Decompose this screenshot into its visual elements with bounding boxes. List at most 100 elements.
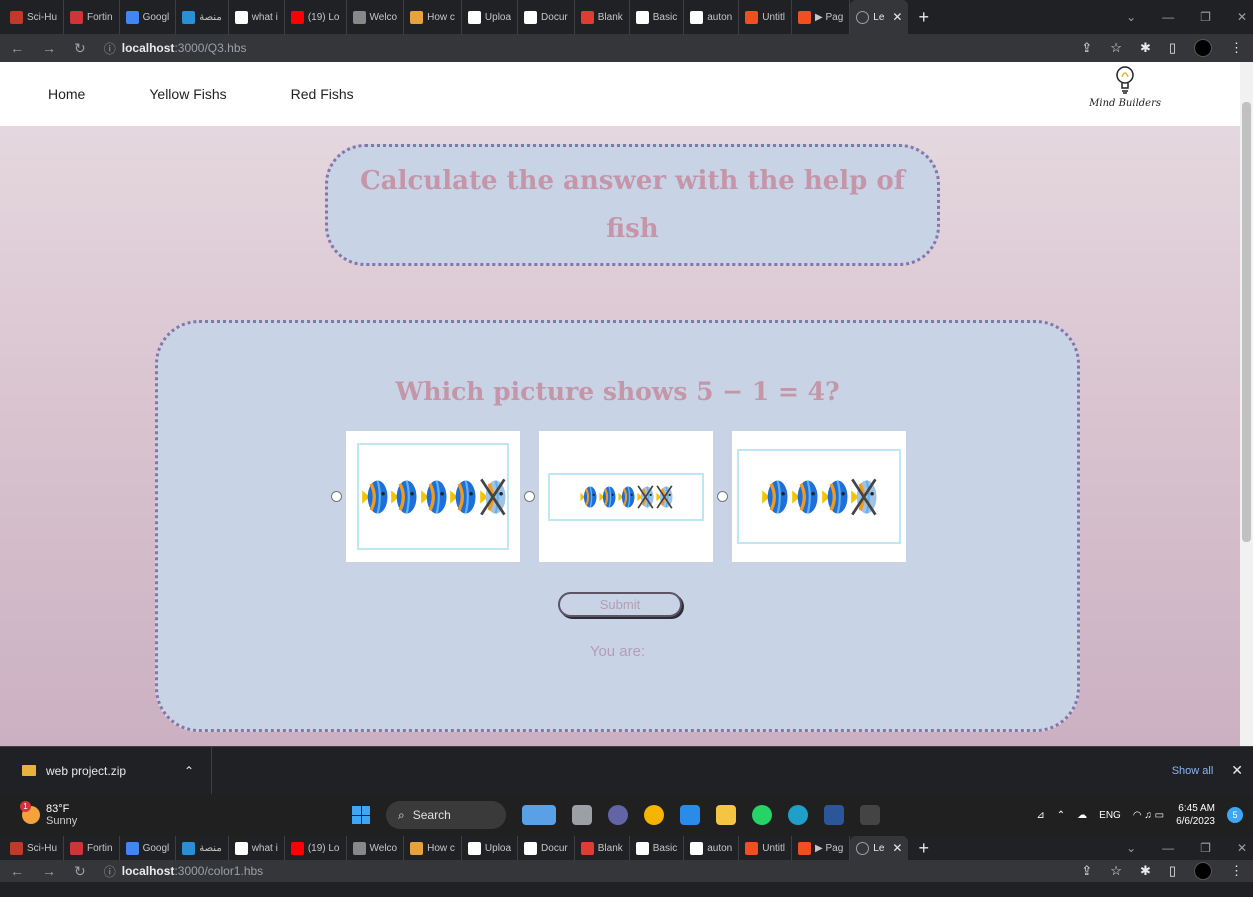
- option-3-picture[interactable]: [732, 431, 906, 562]
- terminal-icon[interactable]: [860, 805, 880, 825]
- browser-tab[interactable]: Fortin: [64, 836, 120, 860]
- back-icon[interactable]: ←: [10, 40, 24, 56]
- option-3-radio[interactable]: [717, 491, 728, 502]
- reload-icon[interactable]: ↻: [74, 863, 86, 880]
- chevron-down-icon[interactable]: ⌄: [1126, 10, 1136, 24]
- share-icon[interactable]: ⇪: [1081, 40, 1092, 56]
- browser-tab[interactable]: Untitl: [739, 0, 793, 34]
- close-downloads-icon[interactable]: ✕: [1231, 762, 1243, 779]
- browser-tab[interactable]: How c: [404, 836, 462, 860]
- sidepanel-icon[interactable]: ▯: [1169, 863, 1176, 879]
- language-indicator[interactable]: ENG: [1099, 810, 1121, 821]
- forward-icon[interactable]: →: [42, 40, 56, 56]
- download-item[interactable]: web project.zip ⌃: [0, 746, 212, 795]
- file-explorer-icon[interactable]: [716, 805, 736, 825]
- show-all-link[interactable]: Show all: [1172, 765, 1214, 777]
- close-window-button[interactable]: ✕: [1237, 841, 1247, 855]
- tab-active-2[interactable]: Le ✕: [850, 836, 909, 860]
- widgets-app-icon[interactable]: [522, 805, 556, 825]
- browser-tab[interactable]: ▶ Pag: [792, 836, 851, 860]
- browser-tab[interactable]: Docur: [518, 836, 575, 860]
- nav-red-fishs[interactable]: Red Fishs: [291, 86, 354, 102]
- tab-active[interactable]: Le ✕: [850, 0, 909, 34]
- browser-tab[interactable]: Basic: [630, 836, 685, 860]
- task-view-icon[interactable]: [572, 805, 592, 825]
- taskbar-search[interactable]: ⌕ Search: [386, 801, 506, 829]
- restore-button[interactable]: ❐: [1200, 841, 1211, 855]
- whatsapp-icon[interactable]: [752, 805, 772, 825]
- onedrive-icon[interactable]: ☁: [1077, 810, 1087, 821]
- url-field-2[interactable]: ⓘ localhost:3000/color1.hbs: [104, 863, 263, 880]
- browser-tab[interactable]: ▶ Pag: [792, 0, 851, 34]
- browser-tab[interactable]: Sci-Hu: [4, 0, 65, 34]
- browser-tab[interactable]: Untitl: [739, 836, 793, 860]
- submit-button[interactable]: Submit: [558, 592, 682, 617]
- browser-tab[interactable]: How c: [404, 0, 462, 34]
- bookmark-star-icon[interactable]: ☆: [1110, 40, 1122, 56]
- extensions-icon[interactable]: ✱: [1140, 40, 1151, 56]
- browser-tab[interactable]: (19) Lo: [285, 836, 347, 860]
- scrollbar-thumb[interactable]: [1242, 102, 1251, 542]
- menu-icon[interactable]: ⋮: [1230, 40, 1243, 56]
- chevron-up-icon[interactable]: ⌃: [184, 764, 194, 778]
- site-logo[interactable]: Mind Builders: [1089, 65, 1161, 109]
- app-tray-icon[interactable]: ⊿: [1036, 810, 1044, 821]
- vscode-icon[interactable]: [680, 805, 700, 825]
- nav-yellow-fishs[interactable]: Yellow Fishs: [149, 86, 226, 102]
- close-tab-icon[interactable]: ✕: [892, 10, 902, 24]
- url-field[interactable]: ⓘ localhost:3000/Q3.hbs: [104, 40, 247, 57]
- share-icon[interactable]: ⇪: [1081, 863, 1092, 879]
- chevron-up-icon[interactable]: ⌃: [1057, 810, 1065, 821]
- browser-tab[interactable]: Sci-Hu: [4, 836, 65, 860]
- option-1-radio[interactable]: [331, 491, 342, 502]
- forward-icon[interactable]: →: [42, 863, 56, 879]
- browser-tab[interactable]: auton: [684, 0, 740, 34]
- chrome-icon[interactable]: [644, 805, 664, 825]
- browser-tab[interactable]: Blank: [575, 0, 630, 34]
- new-tab-button[interactable]: +: [918, 7, 929, 28]
- option-2-picture[interactable]: [539, 431, 713, 562]
- browser-tab[interactable]: Uploa: [462, 0, 519, 34]
- close-window-button[interactable]: ✕: [1237, 10, 1247, 24]
- bookmark-star-icon[interactable]: ☆: [1110, 863, 1122, 879]
- browser-tab[interactable]: (19) Lo: [285, 0, 347, 34]
- browser-tab[interactable]: Welco: [347, 0, 405, 34]
- close-tab-icon[interactable]: ✕: [892, 841, 902, 855]
- back-icon[interactable]: ←: [10, 863, 24, 879]
- profile-avatar[interactable]: [1194, 862, 1212, 880]
- chevron-down-icon[interactable]: ⌄: [1126, 841, 1136, 855]
- option-2-radio[interactable]: [524, 491, 535, 502]
- wifi-volume-battery-icons[interactable]: ◠ ♫ ▭: [1133, 810, 1164, 821]
- browser-tab[interactable]: Uploa: [462, 836, 519, 860]
- minimize-button[interactable]: —: [1162, 841, 1174, 855]
- reload-icon[interactable]: ↻: [74, 40, 86, 57]
- browser-tab[interactable]: Blank: [575, 836, 630, 860]
- windows-start-icon[interactable]: [352, 806, 370, 824]
- weather-widget[interactable]: 1 83°F Sunny: [0, 801, 77, 827]
- minimize-button[interactable]: —: [1162, 10, 1174, 24]
- word-icon[interactable]: [824, 805, 844, 825]
- new-tab-button-2[interactable]: +: [918, 838, 929, 859]
- browser-tab[interactable]: منصة: [176, 836, 229, 860]
- browser-tab[interactable]: Basic: [630, 0, 685, 34]
- browser-tab[interactable]: Docur: [518, 0, 575, 34]
- browser-tab[interactable]: Googl: [120, 0, 177, 34]
- page-scrollbar[interactable]: [1240, 62, 1253, 746]
- nav-home[interactable]: Home: [48, 86, 85, 102]
- browser-tab[interactable]: Googl: [120, 836, 177, 860]
- edge-icon[interactable]: [788, 805, 808, 825]
- sidepanel-icon[interactable]: ▯: [1169, 40, 1176, 56]
- browser-tab[interactable]: منصة: [176, 0, 229, 34]
- browser-tab[interactable]: auton: [684, 836, 740, 860]
- browser-tab[interactable]: Welco: [347, 836, 405, 860]
- browser-tab[interactable]: what i: [229, 836, 285, 860]
- extensions-icon[interactable]: ✱: [1140, 863, 1151, 879]
- clock[interactable]: 6:45 AM 6/6/2023: [1176, 802, 1215, 828]
- restore-button[interactable]: ❐: [1200, 10, 1211, 24]
- teams-icon[interactable]: [608, 805, 628, 825]
- browser-tab[interactable]: Fortin: [64, 0, 120, 34]
- browser-tab[interactable]: what i: [229, 0, 285, 34]
- notification-badge[interactable]: 5: [1227, 807, 1243, 823]
- profile-avatar[interactable]: [1194, 39, 1212, 57]
- option-1-picture[interactable]: [346, 431, 520, 562]
